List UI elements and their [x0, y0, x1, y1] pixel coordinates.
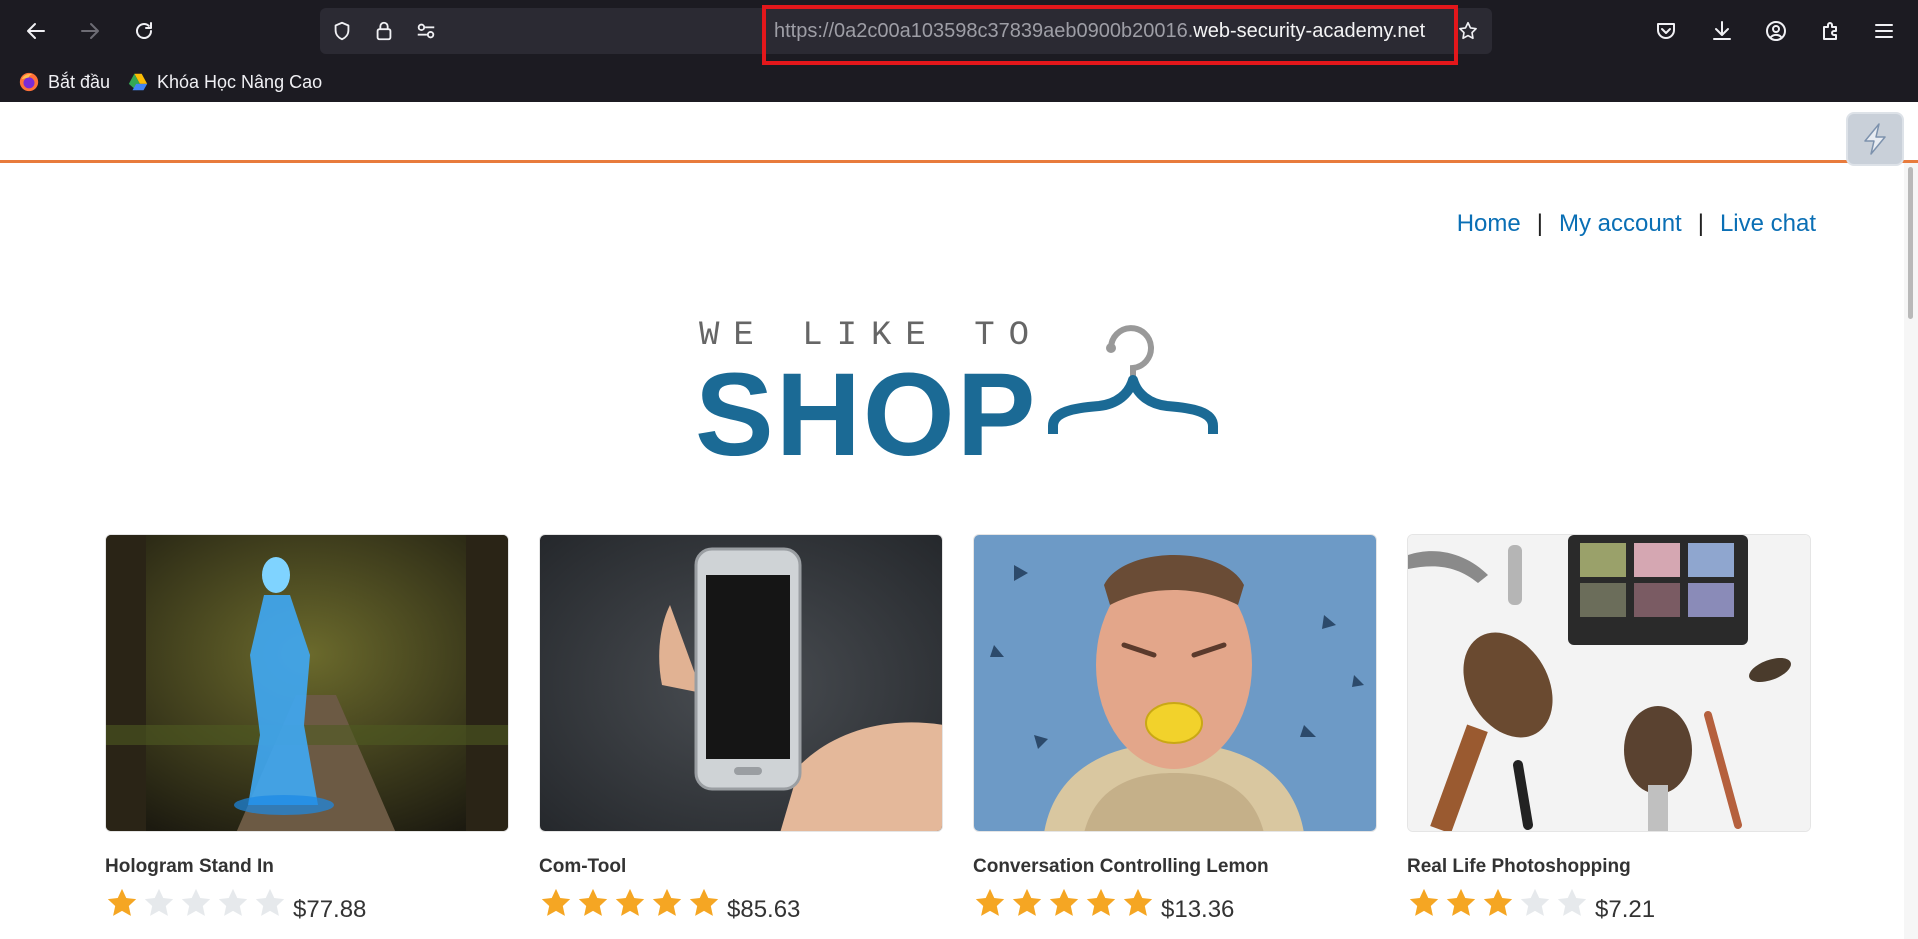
download-icon — [1713, 21, 1731, 40]
star-empty-icon — [181, 888, 211, 916]
product-title: Hologram Stand In — [105, 856, 274, 877]
google-drive-icon — [128, 73, 148, 91]
product-image-photoshopping[interactable] — [1407, 534, 1811, 832]
star-filled-icon — [1123, 888, 1153, 916]
star-filled-icon — [1049, 888, 1079, 916]
star-filled-icon — [1409, 888, 1439, 916]
bookmark-star-icon[interactable] — [1456, 19, 1480, 43]
web-page: Home | My account | Live chat WE LIKE TO… — [0, 102, 1918, 939]
permissions-icon[interactable] — [414, 19, 438, 43]
bookmarks-bar: Bắt đầu Khóa Học Nâng Cao — [0, 62, 1918, 102]
product-grid: Hologram Stand In $77.88 Com-Tool $85.63 — [105, 534, 1811, 934]
url-scheme-host: https://0a2c00a103598c37839aeb0900b20016… — [774, 20, 1194, 42]
product-rating — [539, 886, 721, 920]
product-rating — [973, 886, 1155, 920]
account-button[interactable] — [1756, 11, 1796, 51]
downloads-button[interactable] — [1702, 11, 1742, 51]
nav-my-account-link[interactable]: My account — [1559, 210, 1682, 238]
star-filled-icon — [1446, 888, 1476, 916]
reload-icon — [136, 22, 152, 39]
hamburger-menu-icon — [1875, 24, 1893, 38]
url-domain: web-security-academy.net — [1193, 20, 1426, 42]
browser-chrome: https://0a2c00a103598c37839aeb0900b20016… — [0, 0, 1918, 102]
product-rating — [105, 886, 287, 920]
star-filled-icon — [578, 888, 608, 916]
academy-header — [0, 102, 1918, 164]
top-nav: Home | My account | Live chat — [1457, 210, 1816, 238]
star-filled-icon — [975, 888, 1005, 916]
star-filled-icon — [689, 888, 719, 916]
lightning-icon — [1864, 123, 1886, 155]
menu-button[interactable] — [1864, 11, 1904, 51]
forward-button[interactable] — [70, 11, 110, 51]
clothes-hanger-icon — [1048, 325, 1218, 434]
shop-hero-logo: WE LIKE TO SHOP — [695, 307, 1235, 557]
firefox-icon — [19, 72, 39, 92]
page-scrollbar[interactable] — [1904, 163, 1918, 939]
star-filled-icon — [541, 888, 571, 916]
star-empty-icon — [255, 888, 285, 916]
star-filled-icon — [1012, 888, 1042, 916]
bookmark-label: Bắt đầu — [48, 71, 111, 92]
product-price: $85.63 — [727, 896, 801, 923]
product-price: $13.36 — [1161, 896, 1235, 923]
star-filled-icon — [1483, 888, 1513, 916]
academy-logo-button[interactable] — [1848, 114, 1902, 164]
product-image-hologram[interactable] — [105, 534, 509, 832]
star-empty-icon — [144, 888, 174, 916]
product-image-com-tool[interactable] — [539, 534, 943, 832]
arrow-left-icon — [27, 23, 45, 39]
bookmark-label: Khóa Học Nâng Cao — [157, 71, 323, 92]
reload-button[interactable] — [124, 11, 164, 51]
product-title: Real Life Photoshopping — [1407, 856, 1631, 877]
extensions-button[interactable] — [1811, 11, 1851, 51]
product-price: $77.88 — [293, 896, 367, 923]
browser-toolbar: https://0a2c00a103598c37839aeb0900b20016… — [0, 0, 1918, 65]
address-bar[interactable]: https://0a2c00a103598c37839aeb0900b20016… — [320, 5, 1492, 65]
star-filled-icon — [107, 888, 137, 916]
hero-shop-text: SHOP — [695, 349, 1038, 481]
star-empty-icon — [218, 888, 248, 916]
star-empty-icon — [1520, 888, 1550, 916]
star-filled-icon — [1086, 888, 1116, 916]
product-rating — [1407, 886, 1589, 920]
nav-home-link[interactable]: Home — [1457, 210, 1521, 238]
pocket-button[interactable] — [1646, 11, 1686, 51]
star-filled-icon — [615, 888, 645, 916]
nav-separator: | — [1697, 210, 1704, 237]
pocket-icon — [1657, 23, 1675, 39]
star-empty-icon — [1557, 888, 1587, 916]
account-icon — [1766, 21, 1786, 41]
url-text[interactable]: https://0a2c00a103598c37839aeb0900b20016… — [774, 20, 1425, 43]
nav-live-chat-link[interactable]: Live chat — [1720, 210, 1816, 238]
product-image-lemon[interactable] — [973, 534, 1377, 832]
lock-icon[interactable] — [372, 19, 396, 43]
product-price: $7.21 — [1595, 896, 1656, 923]
star-filled-icon — [652, 888, 682, 916]
nav-separator: | — [1536, 210, 1543, 237]
product-title: Conversation Controlling Lemon — [973, 856, 1269, 877]
shield-icon[interactable] — [330, 19, 354, 43]
scrollbar-thumb[interactable] — [1908, 167, 1913, 319]
bookmark-item-bat-dau[interactable]: Bắt đầu — [18, 68, 110, 96]
arrow-right-icon — [81, 23, 99, 39]
puzzle-icon — [1823, 22, 1837, 40]
product-title: Com-Tool — [539, 856, 627, 877]
bookmark-item-khoa-hoc[interactable]: Khóa Học Nâng Cao — [127, 68, 322, 96]
back-button[interactable] — [16, 11, 56, 51]
